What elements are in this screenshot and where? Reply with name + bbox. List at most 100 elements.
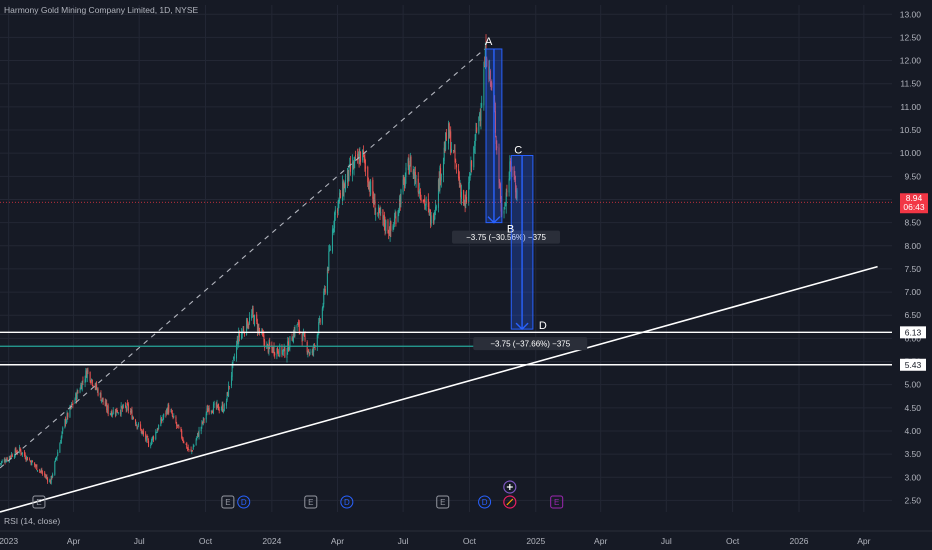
time-tick-label: Jul xyxy=(661,536,672,546)
point-label-b: B xyxy=(507,224,514,236)
candle-body xyxy=(173,416,175,417)
candle-body xyxy=(321,308,323,324)
candle-body xyxy=(304,335,306,341)
price-tick-label: 2.50 xyxy=(904,495,921,505)
candle-body xyxy=(72,403,74,405)
time-tick-label: 2025 xyxy=(526,536,545,546)
candle-body xyxy=(455,164,457,168)
candle-body xyxy=(329,249,331,251)
point-label-d: D xyxy=(539,320,547,332)
candle-body xyxy=(232,360,234,365)
rsi-pane-label[interactable]: RSI (14, close) xyxy=(4,516,60,526)
candle-body xyxy=(249,317,251,324)
candle-body xyxy=(203,418,205,421)
candle-body xyxy=(171,412,173,417)
price-tick-label: 12.00 xyxy=(900,56,922,66)
candle-body xyxy=(192,450,194,452)
event-mark-label: E xyxy=(440,498,445,507)
candle-body xyxy=(188,449,190,451)
candle-body xyxy=(259,330,261,332)
price-tick-label: 10.50 xyxy=(900,125,922,135)
candle-body xyxy=(483,69,485,106)
candle-body xyxy=(365,166,367,169)
candle-body xyxy=(415,181,417,183)
time-tick-label: Apr xyxy=(857,536,870,546)
candle-body xyxy=(252,308,254,315)
price-axis[interactable]: 2.503.003.504.004.505.005.506.006.507.00… xyxy=(900,9,928,505)
candle-body xyxy=(471,160,473,167)
candle-body xyxy=(77,391,79,393)
candle-body xyxy=(11,454,13,457)
time-axis[interactable]: 2023 Apr Jul Oct 2024 Apr Jul Oct 2025 Apr Jul Oct 2… xyxy=(0,536,871,546)
price-tick-label: 9.50 xyxy=(904,171,921,181)
price-tick-label: 4.50 xyxy=(904,403,921,413)
candle-body xyxy=(233,357,235,359)
candle-body xyxy=(42,472,44,474)
candle-body xyxy=(435,205,437,210)
candle-body xyxy=(137,423,139,426)
grid xyxy=(0,5,932,532)
candle-body xyxy=(279,345,281,357)
candle-body xyxy=(228,386,230,388)
candle-body xyxy=(339,192,341,199)
candle-body xyxy=(476,127,478,132)
candle-body xyxy=(208,407,210,413)
candle-body xyxy=(36,470,38,471)
candle-body xyxy=(481,103,483,108)
event-mark-label: D xyxy=(241,498,247,507)
price-tick-label: 8.50 xyxy=(904,218,921,228)
chart-title: Harmony Gold Mining Company Limited, 1D,… xyxy=(4,5,199,15)
candle-body xyxy=(153,436,155,440)
price-tick-label: 13.00 xyxy=(900,9,922,19)
candle-body xyxy=(122,404,124,408)
time-tick-label: Apr xyxy=(594,536,607,546)
candle-body xyxy=(417,178,419,193)
candle-body xyxy=(54,461,56,475)
candle-body xyxy=(223,404,225,412)
level-badge-value: 6.13 xyxy=(905,327,922,337)
candle-body xyxy=(1,460,3,463)
candle-body xyxy=(52,474,54,478)
candle-body xyxy=(198,429,200,437)
candle-body xyxy=(97,389,99,396)
time-tick-label: 2023 xyxy=(0,536,18,546)
candle-body xyxy=(254,315,256,326)
candle-body xyxy=(168,405,170,413)
candle-body xyxy=(274,353,276,356)
price-chart[interactable]: −3.75 (−30.56%) −375−3.75 (−37.66%) −375… xyxy=(0,0,932,550)
candle-body xyxy=(107,405,109,415)
price-tick-label: 11.00 xyxy=(900,102,921,112)
candle-body xyxy=(163,413,165,418)
candle-body xyxy=(102,397,104,402)
candle-body xyxy=(57,452,59,456)
candle-body xyxy=(430,215,432,224)
candle-body xyxy=(31,461,33,463)
candle-body xyxy=(385,220,387,232)
time-tick-label: Jul xyxy=(398,536,409,546)
candle-body xyxy=(508,178,510,193)
price-tick-label: 12.50 xyxy=(900,32,922,42)
price-tick-label: 5.00 xyxy=(904,380,921,390)
candle-body xyxy=(344,179,346,190)
event-markers: EEDEDEDE xyxy=(32,480,564,509)
candle-body xyxy=(178,425,180,428)
event-mark-label: D xyxy=(344,498,350,507)
candle-body xyxy=(461,191,463,199)
time-tick-label: 2026 xyxy=(790,536,809,546)
split-icon-stroke xyxy=(506,498,514,506)
event-mark-label: E xyxy=(308,498,313,507)
candle-body xyxy=(480,110,482,121)
candle-body xyxy=(158,425,160,430)
candle-body xyxy=(506,190,508,192)
candle-body xyxy=(409,165,411,175)
price-tick-label: 3.00 xyxy=(904,472,921,482)
time-tick-label: Apr xyxy=(331,536,344,546)
candle-body xyxy=(334,209,336,216)
candle-body xyxy=(277,351,279,355)
candle-body xyxy=(127,404,129,411)
candle-body xyxy=(87,370,89,372)
price-tick-label: 7.00 xyxy=(904,287,921,297)
candle-body xyxy=(455,160,457,162)
time-tick-label: Oct xyxy=(463,536,477,546)
candle-body xyxy=(148,440,150,447)
